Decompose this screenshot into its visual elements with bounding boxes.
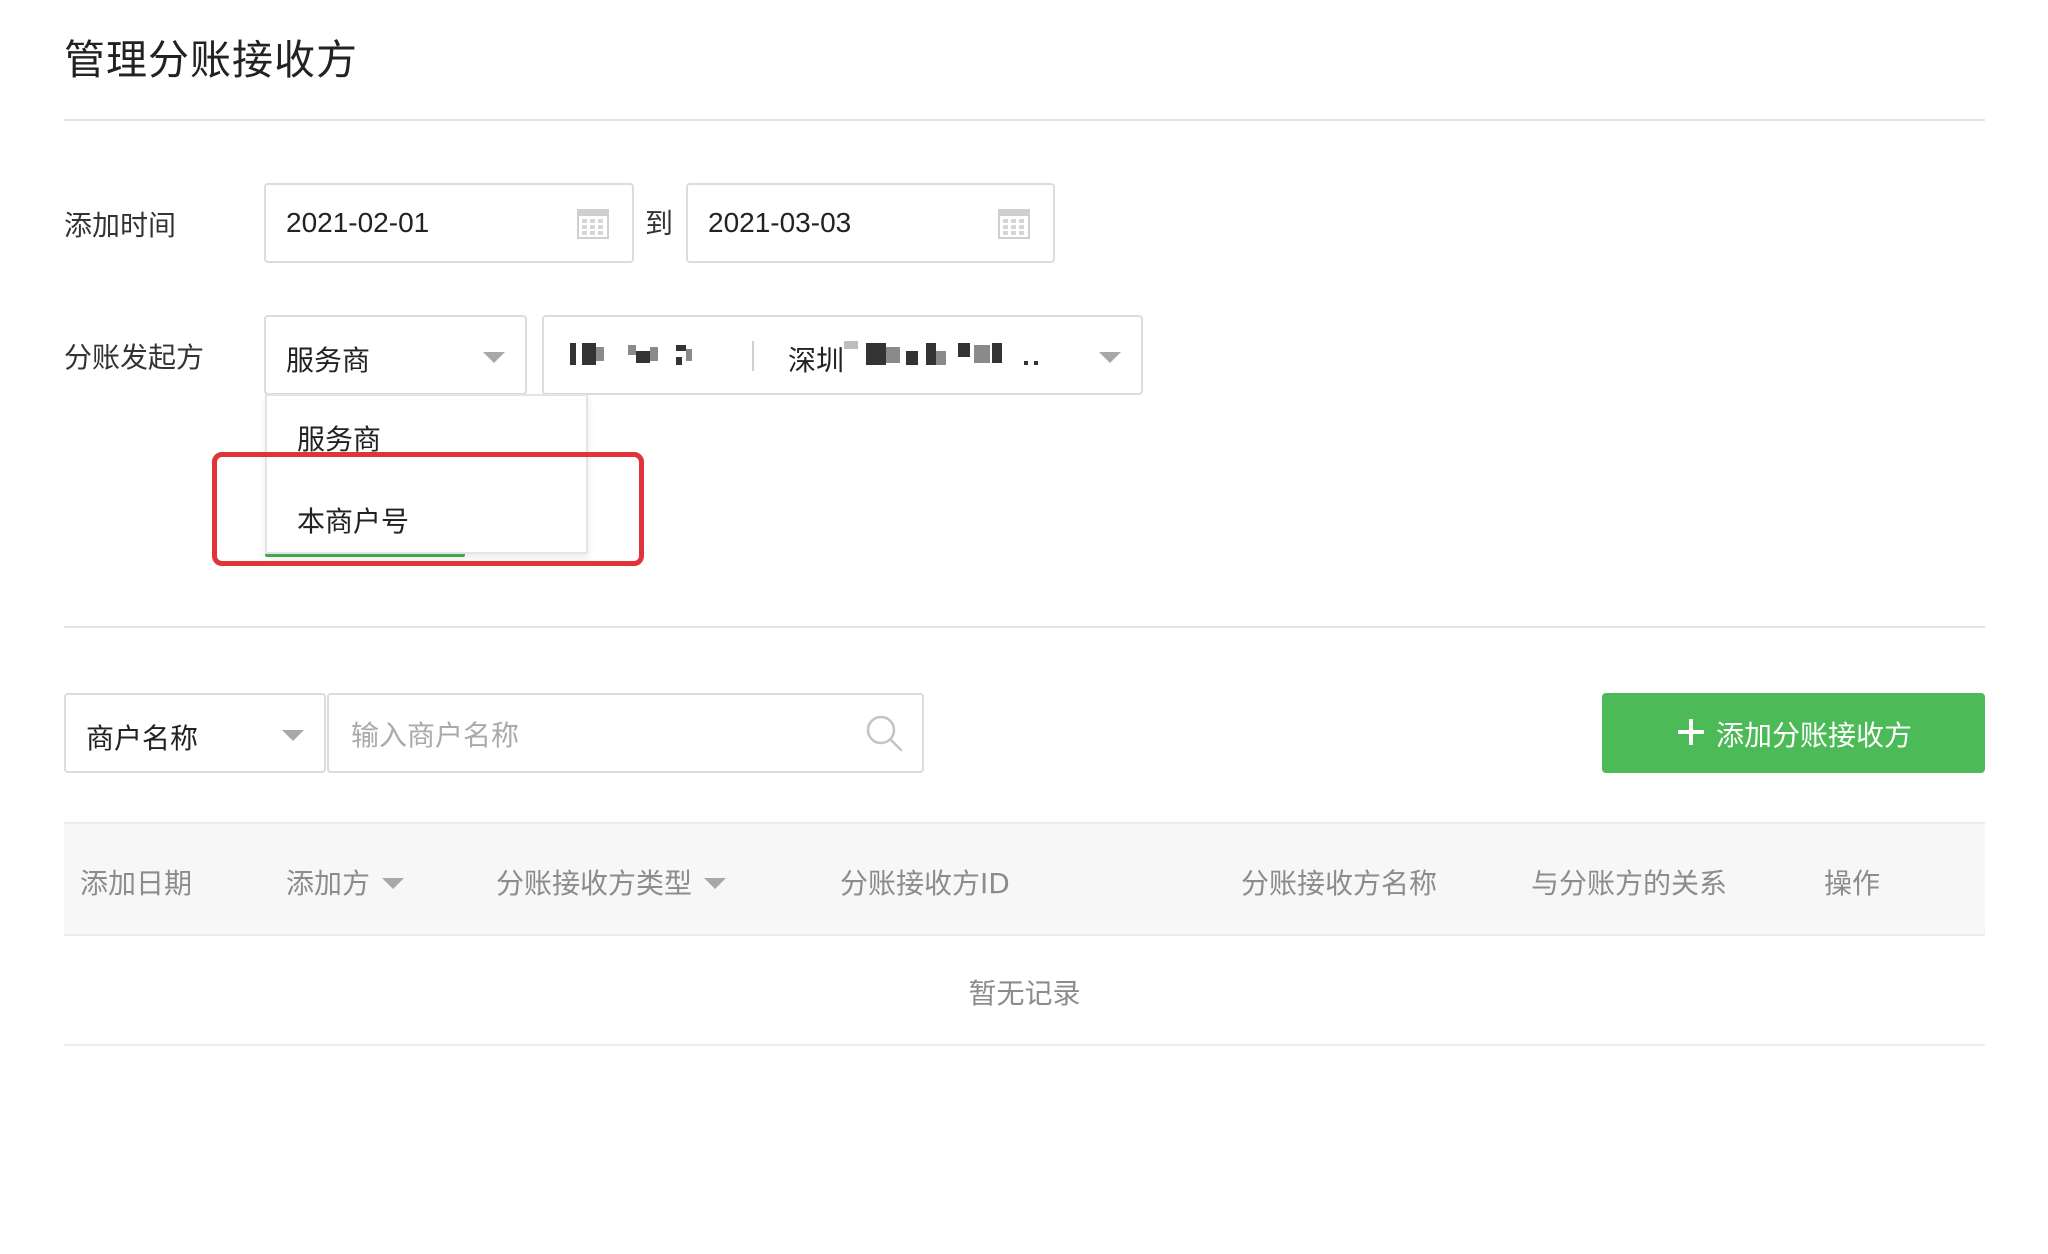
page: 管理分账接收方 添加时间 2021-02-01 到 2021-03-03 分账发… xyxy=(0,0,2048,1254)
column-header-receiver-type[interactable]: 分账接收方类型 xyxy=(496,862,727,902)
column-header-adder-label: 添加方 xyxy=(286,867,371,900)
start-date-input[interactable]: 2021-02-01 xyxy=(264,183,634,263)
end-date-value: 2021-03-03 xyxy=(708,207,852,238)
search-input[interactable] xyxy=(349,709,833,761)
chevron-down-icon xyxy=(483,352,505,363)
search-icon[interactable] xyxy=(864,713,904,753)
chevron-down-icon xyxy=(282,730,304,741)
empty-state-text: 暂无记录 xyxy=(968,977,1081,1010)
page-title: 管理分账接收方 xyxy=(64,36,358,84)
add-receiver-button-label: 添加分账接收方 xyxy=(1716,719,1913,752)
initiator-label: 分账发起方 xyxy=(64,341,205,374)
merchant-name-value: 深圳 xyxy=(788,344,845,377)
column-header-relationship: 与分账方的关系 xyxy=(1531,867,1728,900)
calendar-icon[interactable] xyxy=(997,206,1031,240)
date-range-separator: 到 xyxy=(645,207,674,240)
merchant-separator xyxy=(752,341,754,371)
column-header-receiver-type-label: 分账接收方类型 xyxy=(496,867,693,900)
search-field-value: 商户名称 xyxy=(86,722,199,755)
chevron-down-icon xyxy=(1099,352,1121,363)
chevron-down-icon xyxy=(704,878,727,889)
table-header: 添加日期 添加方 分账接收方类型 分账接收方ID 分账接收方名称 与分账方的关系… xyxy=(64,822,1985,936)
add-receiver-button[interactable]: 添加分账接收方 xyxy=(1602,693,1985,773)
column-header-receiver-name: 分账接收方名称 xyxy=(1241,867,1438,900)
initiator-role-value: 服务商 xyxy=(286,344,371,377)
merchant-select[interactable]: 深圳 xyxy=(542,315,1143,395)
receivers-table: 添加日期 添加方 分账接收方类型 分账接收方ID 分账接收方名称 与分账方的关系… xyxy=(64,822,1985,1046)
search-field-select[interactable]: 商户名称 xyxy=(64,693,326,773)
initiator-role-select[interactable]: 服务商 xyxy=(264,315,527,395)
section-divider xyxy=(64,626,1985,628)
column-header-adder[interactable]: 添加方 xyxy=(286,862,405,902)
calendar-icon[interactable] xyxy=(576,206,610,240)
search-box xyxy=(327,693,924,773)
column-header-add-date: 添加日期 xyxy=(80,867,193,900)
highlight-annotation-box xyxy=(212,452,644,566)
header-divider xyxy=(64,119,1985,121)
chevron-down-icon xyxy=(382,878,405,889)
column-header-actions: 操作 xyxy=(1824,867,1881,900)
table-body: 暂无记录 xyxy=(64,936,1985,1046)
add-time-label: 添加时间 xyxy=(64,209,177,242)
plus-icon xyxy=(1678,719,1704,745)
start-date-value: 2021-02-01 xyxy=(286,207,430,238)
column-header-receiver-id: 分账接收方ID xyxy=(840,867,1010,900)
end-date-input[interactable]: 2021-03-03 xyxy=(686,183,1055,263)
